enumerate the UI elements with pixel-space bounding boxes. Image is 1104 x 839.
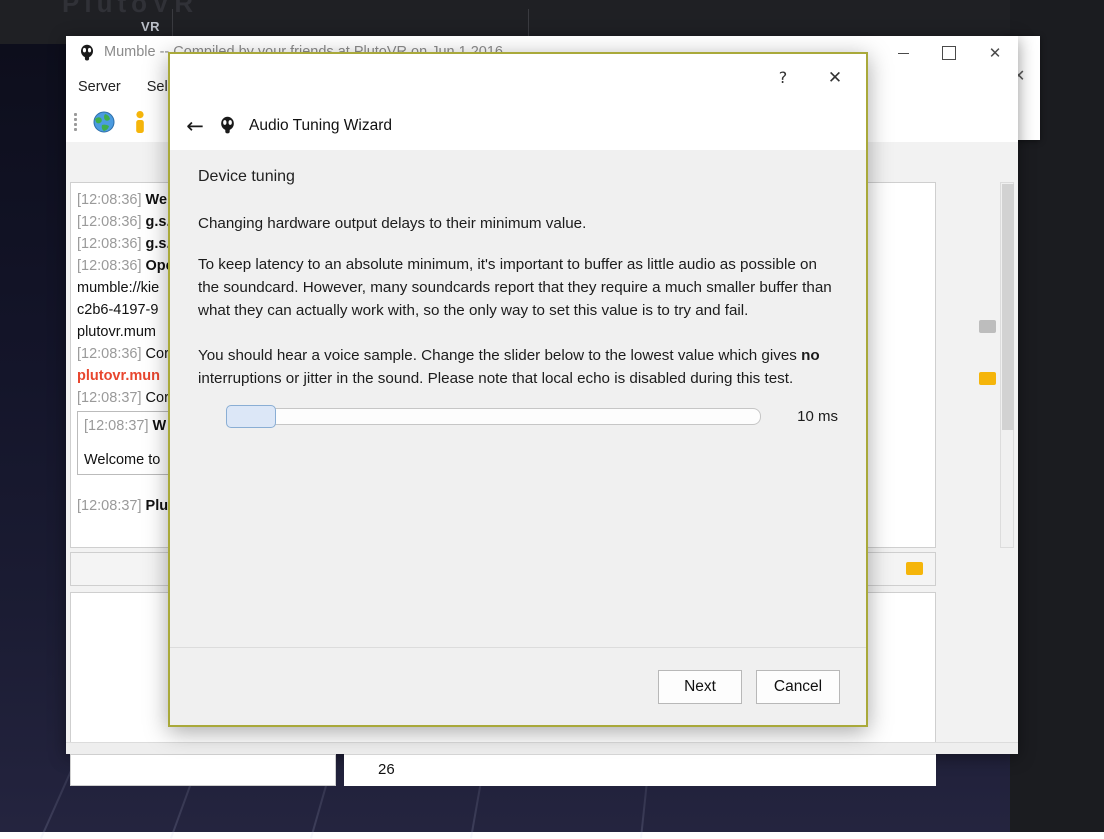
mumble-icon bbox=[218, 116, 237, 135]
wizard-close-button[interactable]: ✕ bbox=[812, 54, 858, 101]
close-icon: ✕ bbox=[828, 68, 842, 88]
chat-scrollbar[interactable] bbox=[1000, 182, 1014, 548]
help-button[interactable]: ? bbox=[760, 54, 806, 101]
wizard-content: Device tuning Changing hardware output d… bbox=[170, 150, 866, 647]
wizard-paragraph-2: To keep latency to an absolute minimum, … bbox=[198, 253, 838, 322]
cancel-button[interactable]: Cancel bbox=[756, 670, 840, 704]
minimize-button[interactable] bbox=[880, 36, 926, 70]
question-mark-icon: ? bbox=[779, 68, 788, 87]
wizard-titlebar[interactable]: ? ✕ bbox=[170, 54, 866, 101]
close-button[interactable]: ✕ bbox=[972, 36, 1018, 70]
globe-icon[interactable] bbox=[92, 110, 116, 134]
vr-mode-label: VR bbox=[141, 19, 160, 34]
user-list-panel[interactable] bbox=[70, 754, 336, 786]
audio-tuning-wizard-dialog: ? ✕ ← Audio Tuning Wizard Device tuning … bbox=[168, 52, 868, 727]
count-panel: 26 bbox=[344, 754, 936, 786]
chat-bubble-icon[interactable] bbox=[979, 320, 996, 333]
count-value: 26 bbox=[378, 761, 395, 778]
latency-slider-row: 10 ms bbox=[198, 408, 838, 425]
wizard-header: ← Audio Tuning Wizard bbox=[170, 101, 866, 150]
mumble-statusbar bbox=[66, 742, 1018, 754]
wizard-paragraph-3: You should hear a voice sample. Change t… bbox=[198, 344, 838, 390]
chat-bubble-icon[interactable] bbox=[906, 562, 923, 575]
wizard-paragraph-3-emphasis: no bbox=[801, 347, 820, 364]
latency-slider[interactable] bbox=[226, 408, 761, 425]
wizard-paragraph-1: Changing hardware output delays to their… bbox=[198, 212, 838, 235]
mumble-icon bbox=[78, 44, 96, 62]
menu-server[interactable]: Server bbox=[78, 79, 121, 95]
close-icon: ✕ bbox=[989, 44, 1002, 62]
menu-self[interactable]: Sel bbox=[147, 79, 168, 95]
maximize-button[interactable] bbox=[926, 36, 972, 70]
latency-slider-thumb[interactable] bbox=[226, 405, 276, 428]
wizard-section-title: Device tuning bbox=[198, 168, 838, 186]
chat-bubble-icon[interactable] bbox=[979, 372, 996, 385]
toolbar-grip[interactable] bbox=[74, 113, 78, 131]
person-info-icon[interactable] bbox=[130, 110, 150, 134]
wizard-paragraph-3-part1: You should hear a voice sample. Change t… bbox=[198, 347, 801, 364]
log-quote-block: [12:08:37] We Welcome to bbox=[77, 411, 173, 475]
chat-scrollbar-thumb[interactable] bbox=[1002, 184, 1014, 430]
next-button[interactable]: Next bbox=[658, 670, 742, 704]
latency-slider-value: 10 ms bbox=[797, 408, 838, 425]
wizard-app-title: Audio Tuning Wizard bbox=[249, 117, 392, 135]
back-arrow-icon[interactable]: ← bbox=[184, 114, 206, 138]
wizard-paragraph-3-part2: interruptions or jitter in the sound. Pl… bbox=[198, 370, 793, 387]
vr-logo-ghost: PlutoVR bbox=[62, 0, 198, 19]
wizard-footer: Next Cancel bbox=[170, 647, 866, 725]
